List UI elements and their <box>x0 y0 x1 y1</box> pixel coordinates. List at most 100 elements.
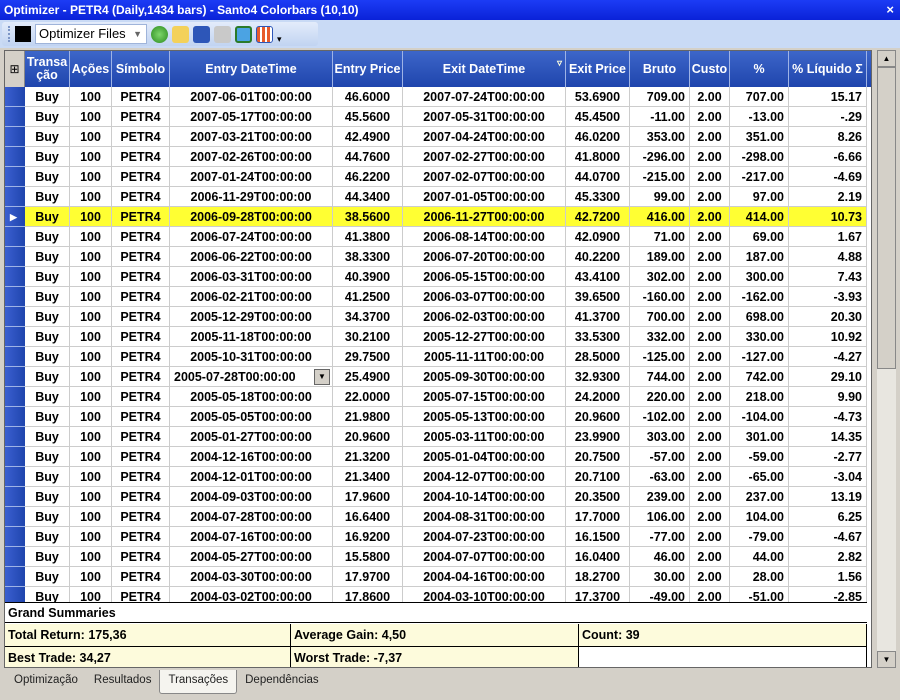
toolbar-grip[interactable] <box>8 26 11 42</box>
table-row[interactable]: Buy 100 PETR4 2004-12-16T00:00:00 21.3200 200… <box>5 447 867 467</box>
cell-entry-price: 20.9600 <box>333 427 403 447</box>
table-row[interactable]: Buy 100 PETR4 2007-02-26T00:00:00 44.7600 200… <box>5 147 867 167</box>
table-row[interactable]: Buy 100 PETR4 2005-12-29T00:00:00 34.3700 200… <box>5 307 867 327</box>
column-header-transacao[interactable]: Transa ção <box>25 51 70 87</box>
cell-percent: -79.00 <box>730 527 789 547</box>
table-row[interactable]: Buy 100 PETR4 2005-01-27T00:00:00 20.9600 200… <box>5 427 867 447</box>
row-indicator[interactable] <box>5 547 25 567</box>
column-header-acoes[interactable]: Ações <box>70 51 112 87</box>
row-indicator[interactable] <box>5 287 25 307</box>
close-icon[interactable]: × <box>886 0 894 20</box>
row-indicator[interactable] <box>5 387 25 407</box>
row-indicator[interactable] <box>5 467 25 487</box>
cell-transacao: Buy <box>25 207 70 227</box>
column-header-exit-price[interactable]: Exit Price <box>566 51 630 87</box>
table-row[interactable]: Buy 100 PETR4 2005-05-18T00:00:00 22.0000 200… <box>5 387 867 407</box>
table-row[interactable]: Buy 100 PETR4 2007-05-17T00:00:00 45.5600 200… <box>5 107 867 127</box>
row-indicator[interactable] <box>5 147 25 167</box>
cell-value[interactable]: 2005-07-28T00:00:00 <box>174 370 296 384</box>
row-indicator[interactable] <box>5 327 25 347</box>
column-chooser-icon[interactable]: ⊞ <box>5 51 25 87</box>
column-header-percent[interactable]: % <box>730 51 789 87</box>
table-row[interactable]: Buy 100 PETR4 2006-07-24T00:00:00 41.3800 200… <box>5 227 867 247</box>
row-indicator[interactable] <box>5 87 25 107</box>
color-swatch-button[interactable] <box>15 26 31 42</box>
filter-icon[interactable]: ▿ <box>557 57 562 70</box>
row-indicator[interactable] <box>5 127 25 147</box>
row-indicator[interactable] <box>5 407 25 427</box>
table-row[interactable]: Buy 100 PETR4 2005-10-31T00:00:00 29.7500 200… <box>5 347 867 367</box>
row-indicator[interactable] <box>5 247 25 267</box>
column-header-entry-price[interactable]: Entry Price <box>333 51 403 87</box>
row-indicator[interactable] <box>5 367 25 387</box>
column-header-custo[interactable]: Custo <box>690 51 730 87</box>
row-indicator[interactable] <box>5 227 25 247</box>
open-folder-icon[interactable] <box>172 25 189 43</box>
table-row[interactable]: Buy 100 PETR4 2006-06-22T00:00:00 38.3300 200… <box>5 247 867 267</box>
cell-bruto: -11.00 <box>630 107 690 127</box>
row-indicator[interactable]: ▶ <box>5 207 25 227</box>
dropdown-button[interactable]: ▼ <box>314 369 330 385</box>
cell-custo: 2.00 <box>690 567 730 587</box>
column-header-simbolo[interactable]: Símbolo <box>112 51 170 87</box>
cell-exit-price: 42.7200 <box>566 207 630 227</box>
row-indicator[interactable] <box>5 447 25 467</box>
table-row[interactable]: Buy 100 PETR4 2005-07-28T00:00:00 ▼ 25.4900 20… <box>5 367 867 387</box>
vertical-scrollbar[interactable]: ▲ ▼ <box>877 50 896 668</box>
table-row[interactable]: Buy 100 PETR4 2004-09-03T00:00:00 17.9600 200… <box>5 487 867 507</box>
row-indicator[interactable] <box>5 167 25 187</box>
table-row[interactable]: Buy 100 PETR4 2006-11-29T00:00:00 44.3400 200… <box>5 187 867 207</box>
row-indicator[interactable] <box>5 567 25 587</box>
tab-1[interactable]: Resultados <box>86 670 160 694</box>
table-row[interactable]: Buy 100 PETR4 2006-02-21T00:00:00 41.2500 200… <box>5 287 867 307</box>
row-indicator[interactable] <box>5 507 25 527</box>
table-row[interactable]: Buy 100 PETR4 2004-07-28T00:00:00 16.6400 200… <box>5 507 867 527</box>
row-indicator[interactable] <box>5 427 25 447</box>
scroll-down-button[interactable]: ▼ <box>877 651 896 668</box>
table-row[interactable]: Buy 100 PETR4 2005-11-18T00:00:00 30.2100 200… <box>5 327 867 347</box>
cell-entry-price: 17.9700 <box>333 567 403 587</box>
row-indicator[interactable] <box>5 487 25 507</box>
optimizer-files-select[interactable]: Optimizer Files ▼ <box>35 24 147 44</box>
row-indicator[interactable] <box>5 527 25 547</box>
tab-0[interactable]: Optimização <box>6 670 86 694</box>
cell-exit-datetime: 2007-05-31T00:00:00 <box>403 107 566 127</box>
tab-2[interactable]: Transações <box>159 670 238 694</box>
column-header-bruto[interactable]: Bruto <box>630 51 690 87</box>
cell-simbolo: PETR4 <box>112 287 170 307</box>
row-indicator[interactable] <box>5 307 25 327</box>
cell-entry-price: 29.7500 <box>333 347 403 367</box>
table-row[interactable]: Buy 100 PETR4 2007-03-21T00:00:00 42.4900 200… <box>5 127 867 147</box>
column-header-entry-datetime[interactable]: Entry DateTime <box>170 51 333 87</box>
scroll-thumb[interactable] <box>877 67 896 369</box>
column-header-percent-liquido[interactable]: % Líquido Σ <box>789 51 867 87</box>
table-row[interactable]: Buy 100 PETR4 2005-05-05T00:00:00 21.9800 200… <box>5 407 867 427</box>
table-row[interactable]: Buy 100 PETR4 2006-03-31T00:00:00 40.3900 200… <box>5 267 867 287</box>
tab-3[interactable]: Dependências <box>237 670 327 694</box>
table-row[interactable]: Buy 100 PETR4 2007-06-01T00:00:00 46.6000 200… <box>5 87 867 107</box>
row-indicator[interactable] <box>5 107 25 127</box>
cell-percent: 69.00 <box>730 227 789 247</box>
table-row[interactable]: ▶ Buy 100 PETR4 2006-09-28T00:00:00 38.5600 20… <box>5 207 867 227</box>
table-row[interactable]: Buy 100 PETR4 2004-12-01T00:00:00 21.3400 200… <box>5 467 867 487</box>
print-icon[interactable] <box>214 25 231 43</box>
column-header-exit-datetime[interactable]: Exit DateTime ▿ <box>403 51 566 87</box>
cell-exit-price: 33.5300 <box>566 327 630 347</box>
toolbar-overflow-icon[interactable]: ▾ <box>277 34 282 45</box>
grid-icon[interactable] <box>256 25 273 43</box>
row-indicator[interactable] <box>5 347 25 367</box>
row-indicator[interactable] <box>5 187 25 207</box>
add-icon[interactable] <box>235 25 252 43</box>
table-row[interactable]: Buy 100 PETR4 2007-01-24T00:00:00 46.2200 200… <box>5 167 867 187</box>
cell-simbolo: PETR4 <box>112 107 170 127</box>
table-row[interactable]: Buy 100 PETR4 2004-07-16T00:00:00 16.9200 200… <box>5 527 867 547</box>
refresh-icon[interactable] <box>151 25 168 43</box>
scroll-up-button[interactable]: ▲ <box>877 50 896 67</box>
cell-transacao: Buy <box>25 407 70 427</box>
cell-bruto: -125.00 <box>630 347 690 367</box>
table-row[interactable]: Buy 100 PETR4 2004-03-30T00:00:00 17.9700 200… <box>5 567 867 587</box>
row-indicator[interactable] <box>5 267 25 287</box>
cell-exit-datetime: 2004-07-07T00:00:00 <box>403 547 566 567</box>
table-row[interactable]: Buy 100 PETR4 2004-05-27T00:00:00 15.5800 200… <box>5 547 867 567</box>
save-icon[interactable] <box>193 25 210 43</box>
